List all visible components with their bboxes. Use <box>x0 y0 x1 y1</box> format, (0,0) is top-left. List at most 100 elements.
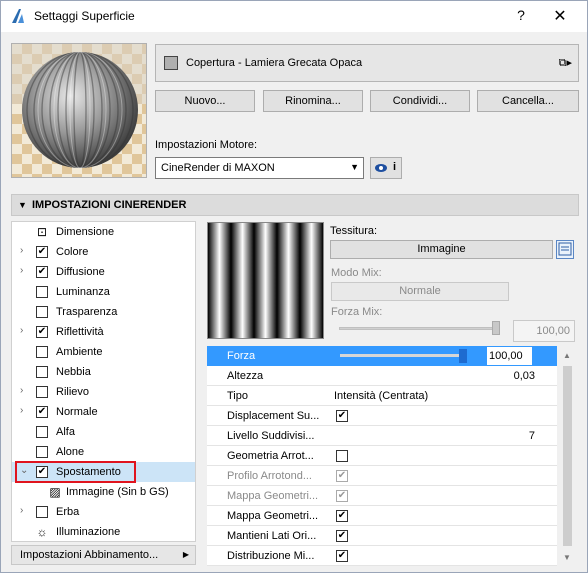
tree-checkbox[interactable] <box>36 426 48 438</box>
tree-item[interactable]: › ✔ Riflettività <box>12 322 195 342</box>
tree-item-label: Ambiente <box>56 346 103 358</box>
strength-link-icon[interactable] <box>538 347 556 365</box>
tree-checkbox[interactable] <box>36 506 48 518</box>
delete-button[interactable]: Cancella... <box>477 90 579 112</box>
property-row[interactable]: Mappa Geometri... ✔ <box>207 506 557 526</box>
texture-image-button[interactable]: Immagine <box>330 240 553 259</box>
tree-item-label: Illuminazione <box>56 526 121 538</box>
share-button[interactable]: Condividi... <box>370 90 470 112</box>
property-checkbox[interactable]: ✔ <box>336 510 348 522</box>
property-checkbox[interactable]: ✔ <box>336 530 348 542</box>
info-icon: i <box>393 161 397 173</box>
property-checkbox[interactable]: ✔ <box>336 410 348 422</box>
chevron-right-icon[interactable]: › <box>20 265 23 276</box>
property-value[interactable]: Intensità (Centrata) <box>334 390 428 402</box>
chevron-right-icon[interactable]: › <box>20 385 23 396</box>
tree-checkbox[interactable] <box>36 386 48 398</box>
tree-checkbox[interactable]: ✔ <box>36 266 48 278</box>
texture-label: Tessitura: <box>330 225 378 237</box>
tree-checkbox[interactable]: ✔ <box>36 406 48 418</box>
chevron-right-icon[interactable]: › <box>20 505 23 516</box>
property-row[interactable]: Forza 100,00 <box>207 346 557 366</box>
property-row[interactable]: Displacement Su... ✔ <box>207 406 557 426</box>
tree-item[interactable]: Ambiente <box>12 342 195 362</box>
tree-item[interactable]: › ✔ Normale <box>12 402 195 422</box>
rename-button[interactable]: Rinomina... <box>263 90 363 112</box>
chevron-down-icon: ▼ <box>350 162 359 172</box>
tree-item[interactable]: ⊡ Dimensione <box>12 222 195 242</box>
strength-slider[interactable] <box>340 354 462 357</box>
help-button[interactable]: ? <box>511 7 531 23</box>
property-checkbox: ✔ <box>336 470 348 482</box>
tree-item[interactable]: ▨ Immagine (Sin b GS) <box>12 482 195 502</box>
property-value[interactable]: 7 <box>529 430 535 442</box>
property-row[interactable]: Mappa Geometri... ✔ <box>207 486 557 506</box>
image-icon: ▨ <box>49 485 61 499</box>
library-icon[interactable]: ⧉▸ <box>559 56 572 70</box>
property-key: Distribuzione Mi... <box>227 550 315 562</box>
chevron-right-icon[interactable]: › <box>20 405 23 416</box>
tree-item[interactable]: › ✔ Diffusione <box>12 262 195 282</box>
tree-item-label: Normale <box>56 406 98 418</box>
property-row[interactable]: Altezza 0,03 <box>207 366 557 386</box>
mix-strength-slider[interactable] <box>339 327 499 330</box>
strength-thumb[interactable] <box>459 349 467 363</box>
engine-info-button[interactable]: i <box>370 157 402 179</box>
tree-item[interactable]: ☼ Illuminazione <box>12 522 195 541</box>
tree-item[interactable]: › Erba <box>12 502 195 522</box>
property-scrollbar[interactable]: ▲ ▼ <box>559 346 576 566</box>
tree-checkbox[interactable] <box>36 306 48 318</box>
property-row[interactable]: Distribuzione Mi... ✔ <box>207 546 557 566</box>
match-settings-dropdown[interactable]: Impostazioni Abbinamento... ▶ <box>11 545 196 565</box>
tree-item[interactable]: › Rilievo <box>12 382 195 402</box>
chevron-right-icon[interactable]: › <box>20 325 23 336</box>
scroll-down-icon[interactable]: ▼ <box>563 553 571 562</box>
property-row[interactable]: Tipo Intensità (Centrata) <box>207 386 557 406</box>
property-key: Livello Suddivisi... <box>227 430 315 442</box>
tree-item[interactable]: Nebbia <box>12 362 195 382</box>
engine-select[interactable]: CineRender di MAXON ▼ <box>155 157 364 179</box>
mix-strength-input[interactable]: 100,00 <box>513 320 575 342</box>
material-swatch <box>164 56 178 70</box>
property-key: Mappa Geometri... <box>227 490 319 502</box>
property-key: Forza <box>227 350 256 362</box>
tree-item[interactable]: Alone <box>12 442 195 462</box>
tree-checkbox[interactable] <box>36 346 48 358</box>
mix-strength-thumb[interactable] <box>492 321 500 335</box>
new-button[interactable]: Nuovo... <box>155 90 255 112</box>
property-checkbox[interactable] <box>336 450 348 462</box>
property-checkbox[interactable]: ✔ <box>336 550 348 562</box>
tree-item[interactable]: Luminanza <box>12 282 195 302</box>
tree-checkbox[interactable] <box>36 286 48 298</box>
cinerender-section-header[interactable]: ▼ IMPOSTAZIONI CINERENDER <box>11 194 579 216</box>
property-key: Geometria Arrot... <box>227 450 314 462</box>
property-key: Profilo Arrotond... <box>227 470 312 482</box>
property-row[interactable]: Geometria Arrot... <box>207 446 557 466</box>
property-value[interactable]: 0,03 <box>514 370 535 382</box>
scroll-thumb[interactable] <box>563 366 572 546</box>
property-row[interactable]: Livello Suddivisi... 7 <box>207 426 557 446</box>
texture-browse-icon[interactable] <box>556 240 574 259</box>
property-row[interactable]: Mantieni Lati Ori... ✔ <box>207 526 557 546</box>
tree-checkbox[interactable] <box>36 446 48 458</box>
close-button[interactable]: ✕ <box>549 6 571 26</box>
section-title: IMPOSTAZIONI CINERENDER <box>32 199 187 211</box>
lamp-icon: ☼ <box>36 525 48 539</box>
collapse-triangle-icon: ▼ <box>18 200 27 210</box>
tree-item-label: Colore <box>56 246 89 258</box>
tree-item-label: Luminanza <box>56 286 110 298</box>
tree-item[interactable]: › ✔ Colore <box>12 242 195 262</box>
property-row[interactable]: Profilo Arrotond... ✔ <box>207 466 557 486</box>
chevron-right-icon[interactable]: › <box>20 245 23 256</box>
tree-checkbox[interactable]: ✔ <box>36 246 48 258</box>
material-name-field[interactable]: Copertura - Lamiera Grecata Opaca ⧉▸ <box>155 44 579 82</box>
tree-item[interactable]: Trasparenza <box>12 302 195 322</box>
channel-tree: ⊡ Dimensione › ✔ Colore › ✔ Diffusione Luminanza… <box>11 221 196 542</box>
tree-checkbox[interactable]: ✔ <box>36 326 48 338</box>
dimension-icon: ⊡ <box>36 225 48 239</box>
mix-mode-button[interactable]: Normale <box>331 282 509 301</box>
tree-checkbox[interactable] <box>36 366 48 378</box>
tree-item[interactable]: Alfa <box>12 422 195 442</box>
scroll-up-icon[interactable]: ▲ <box>563 351 571 360</box>
strength-input[interactable]: 100,00 <box>487 347 532 365</box>
